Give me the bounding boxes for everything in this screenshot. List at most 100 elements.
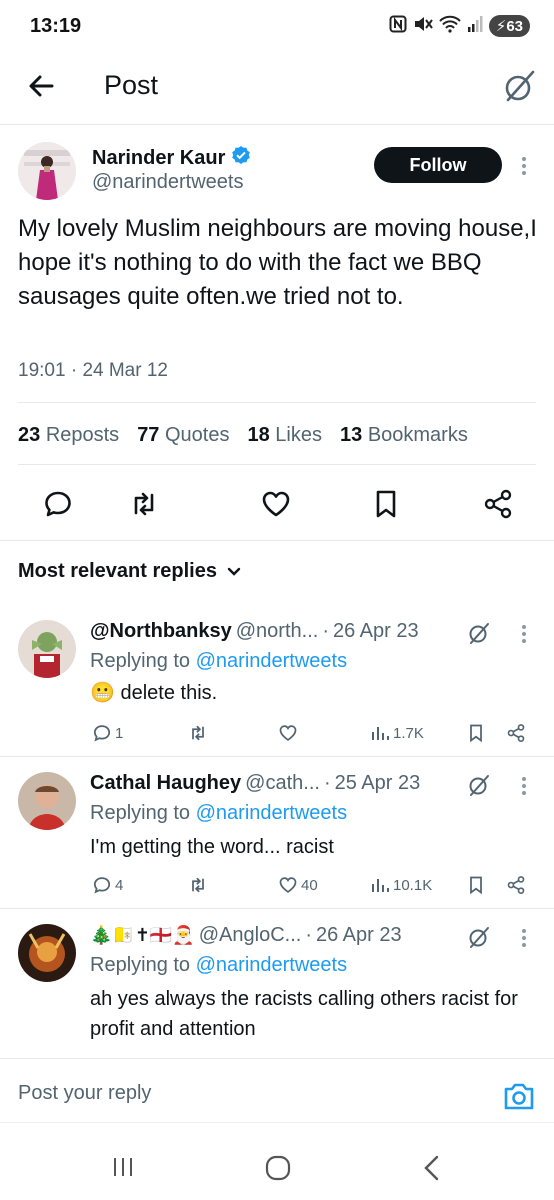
replying-to-link[interactable]: @narindertweets [196, 802, 347, 824]
reply-divider [0, 756, 554, 757]
chevron-down-icon [227, 560, 241, 583]
timestamp-separator: · [70, 360, 83, 381]
battery-icon: ⚡63 [488, 15, 530, 37]
reply-body: I'm getting the word... racist [90, 836, 334, 858]
composer-divider [0, 1058, 554, 1059]
grok-icon[interactable] [466, 620, 492, 646]
battery-level: 63 [506, 18, 523, 35]
avatar[interactable] [18, 772, 76, 830]
repost-icon[interactable] [188, 872, 208, 898]
replies-header-label: Most relevant replies [18, 560, 217, 582]
reply-header: 🎄🇻🇦✝🏴󠁧󠁢󠁥󠁮󠁧󠁿🎅 @AngloC... · 26 Apr 23 [90, 924, 402, 947]
replying-to-link[interactable]: @narindertweets [196, 650, 347, 672]
bookmark-icon[interactable] [466, 720, 486, 746]
reply-date: 26 Apr 23 [315, 924, 402, 946]
system-nav-bar [0, 1136, 554, 1200]
top-bar: Post [0, 58, 554, 118]
reply-author-emojis[interactable]: 🎄🇻🇦✝🏴󠁧󠁢󠁥󠁮󠁧󠁿🎅 [90, 925, 195, 946]
reply-separator: · [323, 772, 331, 794]
bookmark-icon[interactable] [466, 872, 486, 898]
more-options-icon[interactable] [518, 926, 530, 950]
reply-action-bar: 4 40 10.1K [0, 872, 554, 898]
camera-icon[interactable] [502, 1080, 536, 1112]
reply-item[interactable]: 🎄🇻🇦✝🏴󠁧󠁢󠁥󠁮󠁧󠁿🎅 @AngloC... · 26 Apr 23 Repl… [0, 912, 554, 1058]
replying-to-link[interactable]: @narindertweets [196, 954, 347, 976]
quotes-stat[interactable]: 77 Quotes [137, 424, 229, 447]
back-arrow-icon[interactable] [22, 66, 62, 106]
views-count[interactable]: 10.1K [370, 872, 432, 898]
reply-separator: · [322, 620, 329, 642]
reply-separator: · [305, 924, 312, 946]
replying-to: Replying to @narindertweets [90, 954, 348, 976]
views-count[interactable]: 1.7K [370, 720, 424, 746]
post-action-bar [0, 488, 554, 520]
reply-action-bar: 1 1.7K [0, 720, 554, 746]
verified-badge-icon [231, 145, 251, 171]
back-icon[interactable] [420, 1154, 444, 1187]
post-date: 24 Mar 12 [82, 360, 168, 381]
reply-count[interactable]: 4 [92, 872, 123, 898]
reply-item[interactable]: Cathal Haughey @cath... · 25 Apr 23 Repl… [0, 760, 554, 900]
stats-divider-bottom [18, 464, 536, 465]
home-icon[interactable] [264, 1154, 292, 1187]
status-icons: ⚡63 [389, 15, 530, 37]
author-handle[interactable]: @narindertweets [92, 171, 243, 194]
repost-icon[interactable] [128, 488, 160, 520]
engagement-stats: 23 Reposts 77 Quotes 18 Likes 13 Bookmar… [18, 424, 468, 447]
reply-body: delete this. [120, 682, 218, 704]
reply-author-handle[interactable]: @north... [236, 620, 319, 643]
author-name[interactable]: Narinder Kaur [92, 147, 225, 170]
repost-icon[interactable] [188, 720, 208, 746]
reply-author-name[interactable]: Cathal Haughey [90, 772, 241, 795]
like-icon[interactable] [278, 720, 298, 746]
signal-icon [467, 15, 483, 37]
grok-icon[interactable] [466, 924, 492, 950]
more-options-icon[interactable] [518, 774, 530, 798]
share-icon[interactable] [482, 488, 514, 520]
reply-date: 26 Apr 23 [332, 620, 419, 642]
bookmarks-stat[interactable]: 13 Bookmarks [340, 424, 468, 447]
mute-icon [413, 15, 433, 37]
reply-header: Cathal Haughey @cath... · 25 Apr 23 [90, 772, 420, 795]
grok-icon[interactable] [466, 772, 492, 798]
avatar[interactable] [18, 620, 76, 678]
reply-date: 25 Apr 23 [334, 772, 421, 794]
reply-item[interactable]: @Northbanksy @north... · 26 Apr 23 Reply… [0, 608, 554, 748]
post-text: My lovely Muslim neighbours are moving h… [18, 215, 537, 310]
author-avatar[interactable] [18, 142, 76, 200]
reply-author-handle[interactable]: @cath... [245, 772, 320, 795]
page-title: Post [104, 70, 159, 100]
reply-author-handle[interactable]: @AngloC... [199, 924, 302, 947]
replies-divider [0, 540, 554, 541]
header-divider [0, 124, 554, 125]
reply-text: 😬 delete this. [90, 678, 540, 708]
more-options-icon[interactable] [518, 154, 530, 178]
more-options-icon[interactable] [518, 622, 530, 646]
like-count[interactable]: 40 [278, 872, 318, 898]
reply-author-name[interactable]: @Northbanksy [90, 620, 232, 643]
reply-composer-input[interactable]: Post your reply [18, 1082, 151, 1105]
author-name-row: Narinder Kaur [92, 145, 251, 171]
reply-icon[interactable] [42, 488, 74, 520]
reposts-stat[interactable]: 23 Reposts [18, 424, 119, 447]
follow-button[interactable]: Follow [374, 147, 502, 183]
nav-divider [0, 1122, 554, 1123]
replying-to: Replying to @narindertweets [90, 650, 348, 672]
status-time: 13:19 [30, 14, 82, 37]
share-icon[interactable] [506, 720, 526, 746]
reply-header: @Northbanksy @north... · 26 Apr 23 [90, 620, 419, 643]
replies-sort-dropdown[interactable]: Most relevant replies [18, 560, 241, 583]
replying-to: Replying to @narindertweets [90, 802, 348, 824]
recents-icon[interactable] [110, 1154, 136, 1185]
like-icon[interactable] [260, 488, 292, 520]
likes-stat[interactable]: 18 Likes [247, 424, 322, 447]
reply-count[interactable]: 1 [92, 720, 123, 746]
share-icon[interactable] [506, 872, 526, 898]
grok-icon[interactable] [500, 66, 540, 106]
nfc-icon [389, 15, 407, 37]
status-bar: 13:19 ⚡63 [0, 0, 554, 52]
reply-divider [0, 908, 554, 909]
avatar[interactable] [18, 924, 76, 982]
post-time: 19:01 [18, 360, 66, 381]
bookmark-icon[interactable] [370, 488, 402, 520]
